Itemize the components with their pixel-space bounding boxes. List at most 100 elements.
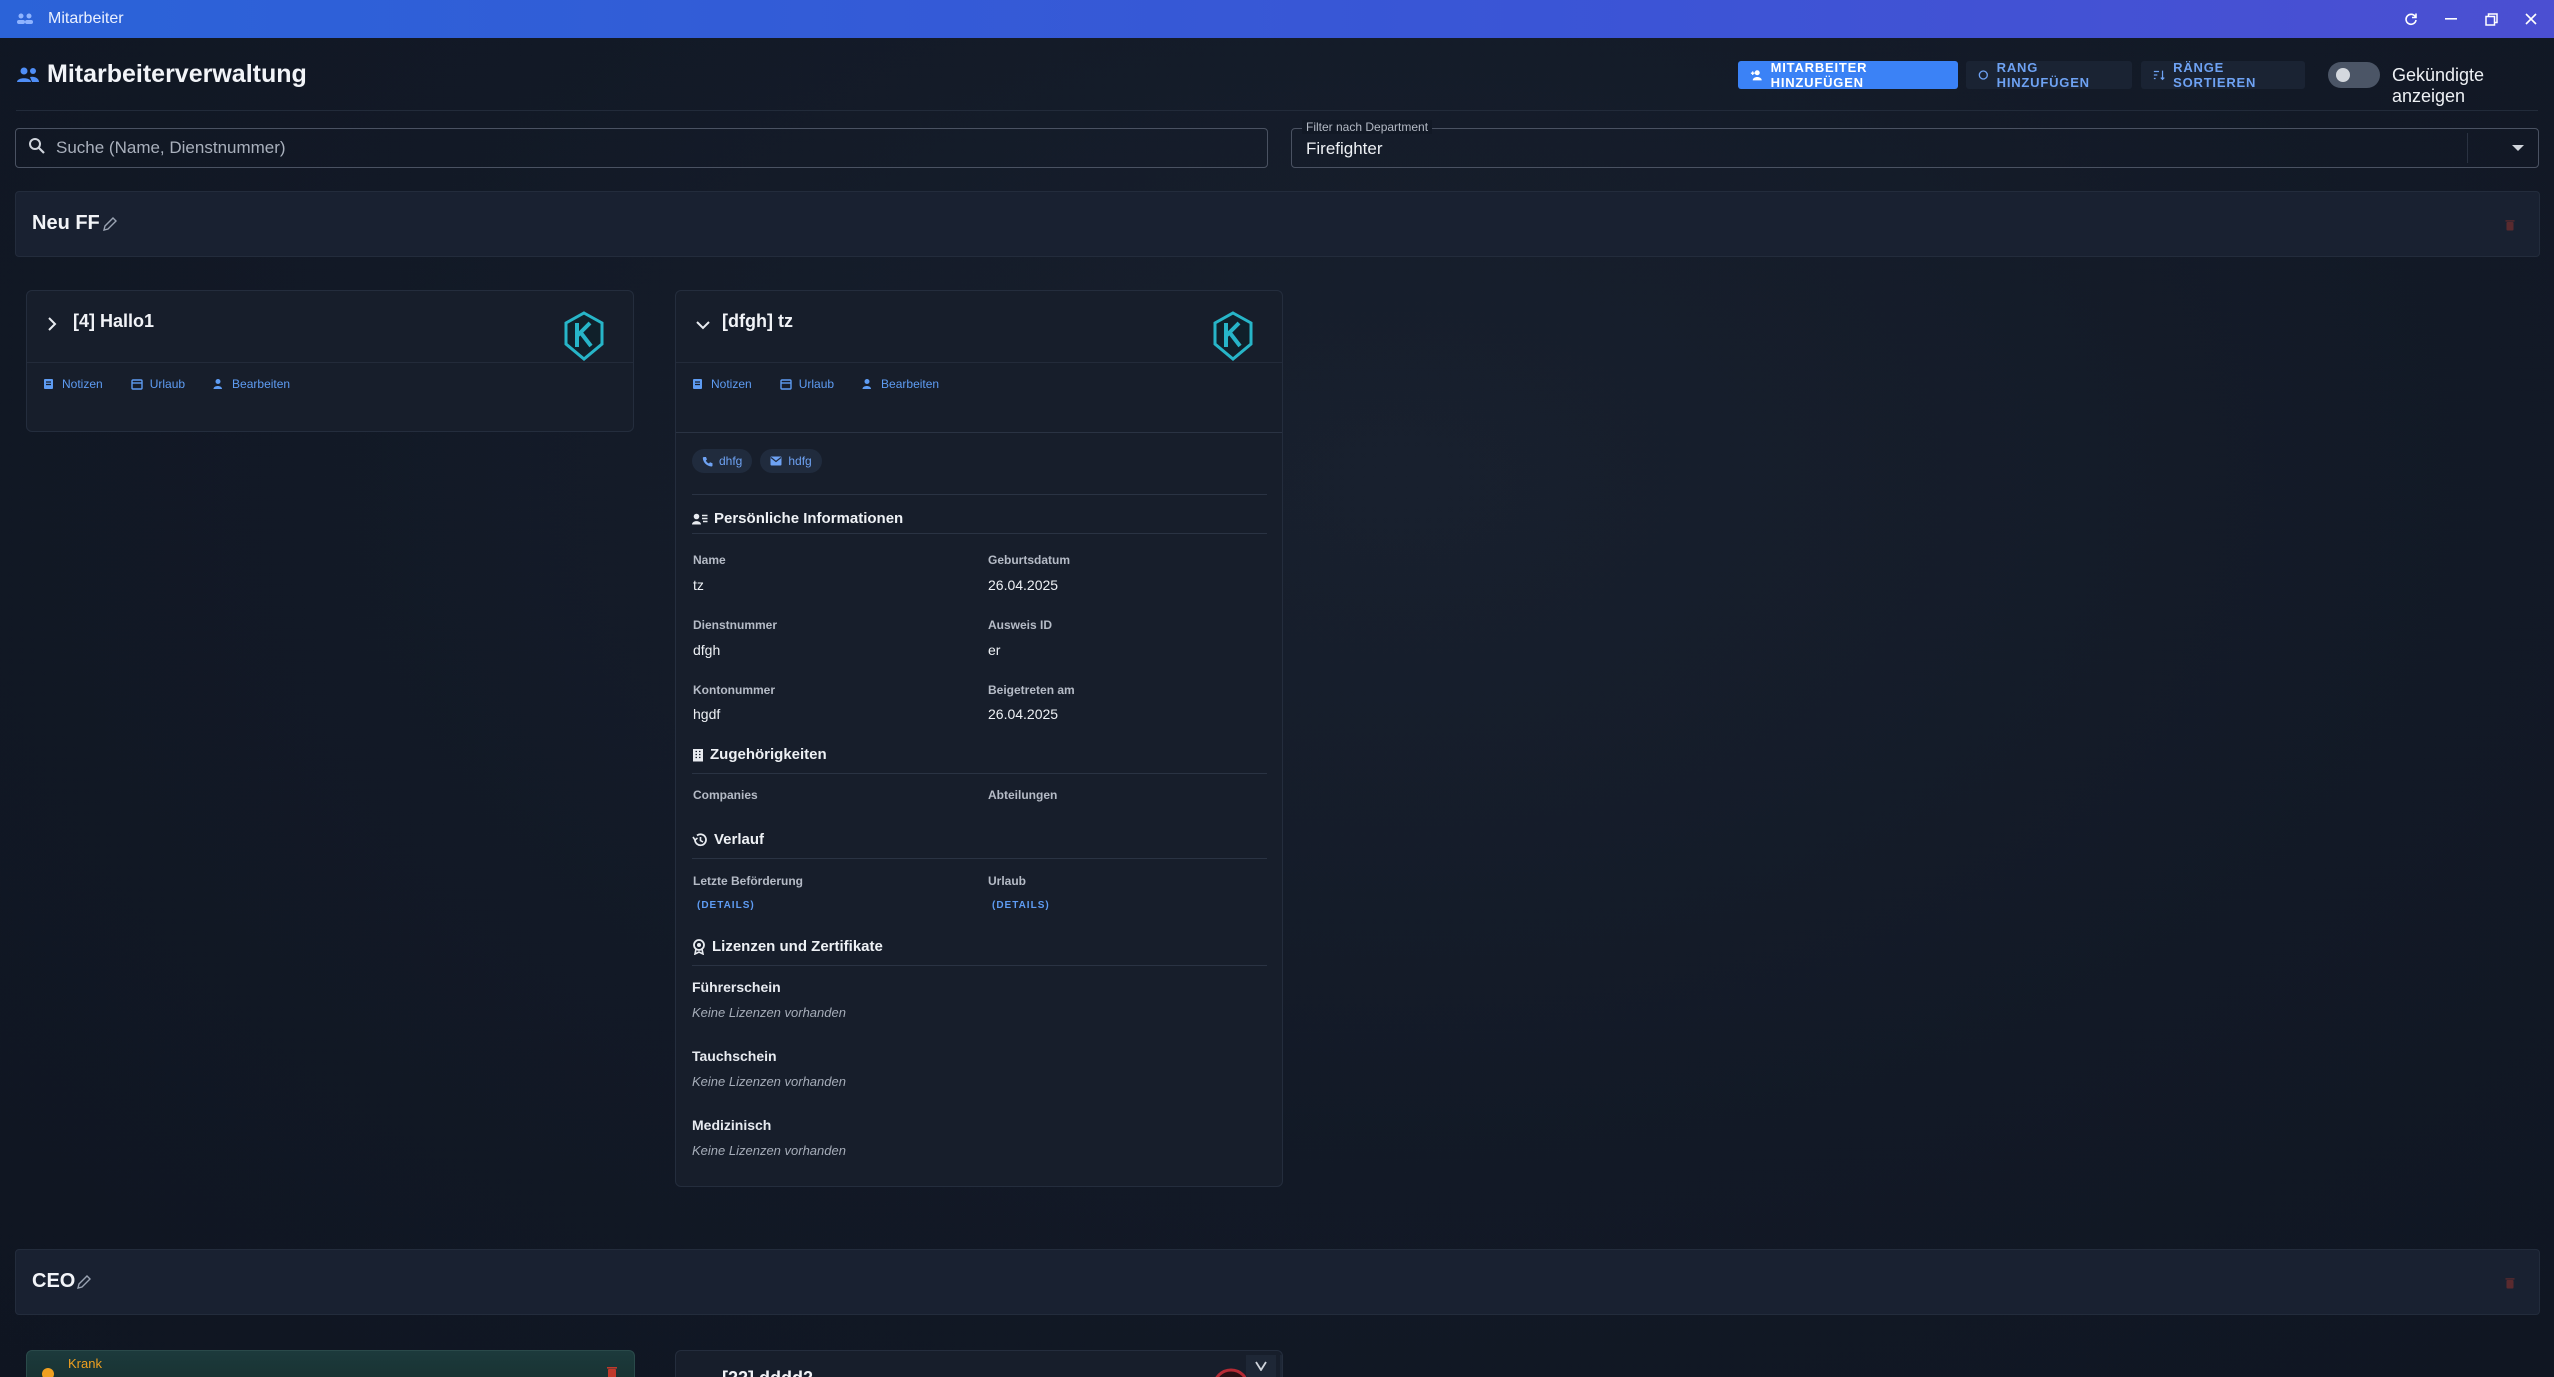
edit-button[interactable]: Bearbeiten — [856, 373, 945, 395]
add-employee-button[interactable]: MITARBEITER HINZUFÜGEN — [1738, 60, 1958, 90]
email-chip[interactable]: hdfg — [760, 449, 822, 473]
header-divider — [16, 110, 2538, 111]
licenses-title: Lizenzen und Zertifikate — [712, 938, 883, 955]
license-name: Tauchschein — [692, 1048, 777, 1064]
divider — [692, 965, 1267, 966]
chevron-right-icon[interactable] — [47, 317, 57, 336]
pencil-icon[interactable] — [76, 1274, 92, 1295]
card-header[interactable]: [4] Hallo1 — [27, 291, 633, 363]
employee-card: [22] dddd2 — [675, 1350, 1283, 1377]
vacation-button[interactable]: Urlaub — [125, 373, 191, 395]
sort-ranks-label: RÄNGE SORTIEREN — [2173, 60, 2257, 90]
history-heading: Verlauf — [692, 831, 764, 848]
people-icon — [16, 67, 40, 88]
license-empty-text: Keine Lizenzen vorhanden — [692, 1005, 846, 1020]
refresh-icon[interactable] — [2402, 10, 2420, 28]
divider — [692, 858, 1267, 859]
notes-button[interactable]: Notizen — [686, 373, 758, 395]
birthdate-label: Geburtsdatum — [988, 553, 1071, 567]
notes-label: Notizen — [711, 377, 752, 391]
employee-name: [dfgh] tz — [722, 311, 793, 331]
pencil-icon[interactable] — [102, 216, 118, 237]
minimize-icon[interactable] — [2442, 10, 2460, 28]
employee-name: [4] Hallo1 — [73, 311, 155, 331]
filter-label: Filter nach Department — [1302, 120, 1433, 134]
license-empty-text: Keine Lizenzen vorhanden — [692, 1143, 846, 1158]
trash-icon[interactable] — [606, 1365, 618, 1377]
license-name: Führerschein — [692, 979, 781, 995]
rank-section: Neu FF — [15, 191, 2540, 257]
history-title: Verlauf — [714, 831, 765, 848]
license-name: Medizinisch — [692, 1117, 772, 1133]
trash-icon[interactable] — [2505, 1276, 2515, 1294]
phone-chip[interactable]: dhfg — [692, 449, 753, 473]
sort-ranks-button[interactable]: RÄNGE SORTIEREN — [2141, 60, 2305, 90]
personal-info-heading: Persönliche Informationen — [692, 510, 903, 527]
calendar-icon — [779, 379, 792, 390]
licenses-heading: Lizenzen und Zertifikate — [692, 938, 883, 955]
email-value: hdfg — [788, 454, 812, 468]
sick-icon — [41, 1367, 55, 1377]
employee-card: [4] Hallo1 Notizen Urlaub Bearbeiten — [26, 290, 634, 432]
restore-icon[interactable] — [2482, 10, 2500, 28]
add-rank-button[interactable]: RANG HINZUFÜGEN — [1966, 60, 2132, 90]
chevron-down-icon[interactable] — [2512, 145, 2524, 151]
employee-card-expanded: [dfgh] tz Notizen Urlaub Bearbeiten dhfg… — [675, 290, 1283, 1187]
search-icon — [28, 137, 46, 160]
vacation-label: Urlaub — [149, 377, 186, 391]
department-filter-select[interactable]: Filter nach Department Firefighter — [1291, 120, 2539, 168]
search-field[interactable] — [15, 128, 1268, 168]
service-number-label: Dienstnummer — [693, 618, 778, 632]
show-terminated-label: Gekündigte anzeigen — [2392, 65, 2485, 106]
trash-icon[interactable] — [2505, 218, 2515, 236]
affiliations-heading: Zugehörigkeiten — [692, 746, 827, 763]
add-employee-label: MITARBEITER HINZUFÜGEN — [1770, 60, 1868, 90]
phone-icon — [702, 456, 713, 466]
vacation-label: Urlaub — [798, 377, 835, 391]
add-rank-icon — [1978, 70, 1988, 80]
people-icon — [16, 12, 36, 26]
sort-icon — [2153, 70, 2165, 81]
department-logo — [563, 311, 605, 366]
search-input[interactable] — [56, 138, 1236, 158]
employee-name: [22] dddd2 — [722, 1368, 813, 1377]
contact-card-icon — [692, 513, 708, 524]
birthdate-value: 26.04.2025 — [988, 577, 1059, 593]
joined-label: Beigetreten am — [988, 683, 1075, 697]
personal-info-title: Persönliche Informationen — [714, 510, 904, 527]
add-rank-label: RANG HINZUFÜGEN — [1996, 60, 2090, 90]
account-number-label: Kontonummer — [693, 683, 775, 697]
card-header[interactable]: [dfgh] tz — [676, 291, 1282, 363]
close-icon[interactable] — [2522, 10, 2540, 28]
id-label: Ausweis ID — [988, 618, 1053, 632]
history-icon — [692, 832, 707, 846]
filter-separator — [2467, 133, 2468, 163]
building-icon — [693, 748, 703, 761]
rank-title: CEO — [32, 1270, 76, 1292]
department-logo — [1212, 311, 1254, 366]
employee-card-sick: Krank — [26, 1350, 635, 1377]
window-title: Mitarbeiter — [48, 10, 124, 27]
status-dot-icon — [1280, 1355, 1282, 1377]
show-terminated-toggle[interactable] — [2328, 62, 2380, 88]
chevron-down-icon[interactable] — [696, 317, 710, 335]
vacation-details-link[interactable]: (DETAILS) — [992, 900, 1050, 911]
divider — [692, 773, 1267, 774]
chevron-down-icon[interactable] — [1246, 1355, 1276, 1377]
promotion-details-link[interactable]: (DETAILS) — [697, 900, 755, 911]
notes-button[interactable]: Notizen — [37, 373, 109, 395]
department-logo — [1211, 1367, 1251, 1377]
person-add-icon — [1750, 70, 1762, 81]
divider — [692, 533, 1267, 534]
vacation-button[interactable]: Urlaub — [774, 373, 840, 395]
rank-title: Neu FF — [32, 212, 100, 234]
id-value: er — [988, 642, 1001, 658]
edit-label: Bearbeiten — [881, 377, 940, 391]
affiliations-title: Zugehörigkeiten — [710, 746, 827, 763]
divider — [676, 432, 1282, 433]
last-promotion-label: Letzte Beförderung — [693, 874, 804, 888]
status-badge: Krank — [68, 1356, 102, 1371]
divider — [692, 494, 1267, 495]
edit-button[interactable]: Bearbeiten — [207, 373, 296, 395]
window-titlebar: Mitarbeiter — [0, 0, 2554, 38]
